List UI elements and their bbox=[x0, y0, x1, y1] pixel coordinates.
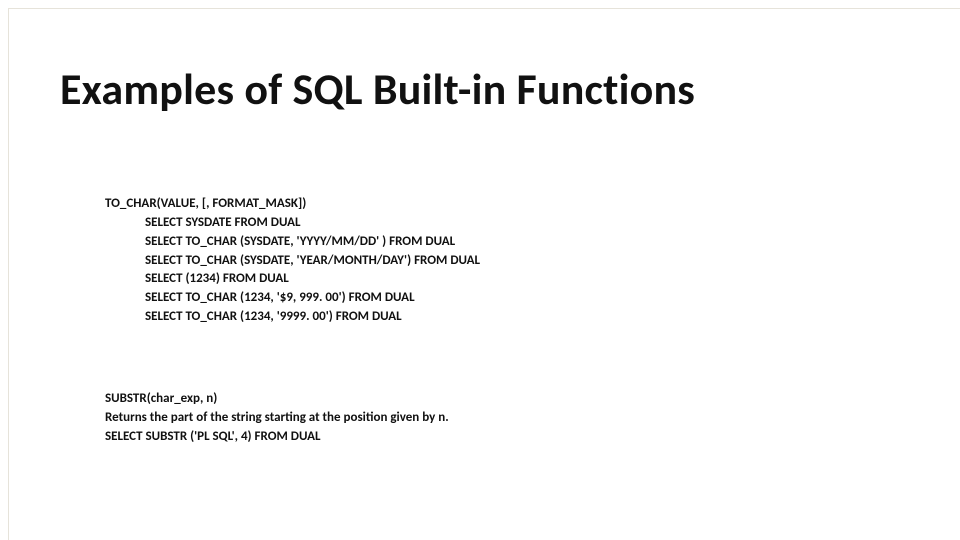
slide-page: Examples of SQL Built-in Functions TO_CH… bbox=[0, 0, 960, 540]
substr-line: SELECT SUBSTR ('PL SQL', 4) FROM DUAL bbox=[105, 428, 449, 447]
tochar-line: SELECT TO_CHAR (SYSDATE, 'YEAR/MONTH/DAY… bbox=[105, 252, 480, 271]
tochar-line: SELECT SYSDATE FROM DUAL bbox=[105, 214, 480, 233]
page-title: Examples of SQL Built-in Functions bbox=[60, 62, 695, 116]
tochar-line: SELECT TO_CHAR (SYSDATE, 'YYYY/MM/DD' ) … bbox=[105, 233, 480, 252]
tochar-line: SELECT (1234) FROM DUAL bbox=[105, 270, 480, 289]
substr-heading: SUBSTR(char_exp, n) bbox=[105, 390, 449, 409]
tochar-heading: TO_CHAR(VALUE, [, FORMAT_MASK]) bbox=[105, 195, 480, 214]
tochar-line: SELECT TO_CHAR (1234, '9999. 00') FROM D… bbox=[105, 308, 480, 327]
tochar-line: SELECT TO_CHAR (1234, '$9, 999. 00') FRO… bbox=[105, 289, 480, 308]
tochar-block: TO_CHAR(VALUE, [, FORMAT_MASK]) SELECT S… bbox=[105, 195, 480, 327]
substr-line: Returns the part of the string starting … bbox=[105, 409, 449, 428]
substr-block: SUBSTR(char_exp, n) Returns the part of … bbox=[105, 390, 449, 447]
